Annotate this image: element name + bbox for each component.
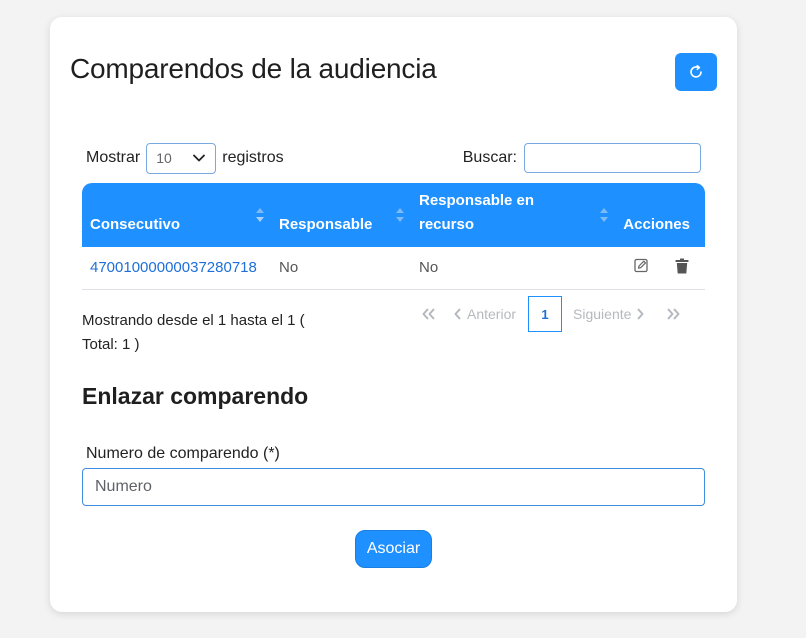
comparendos-card: Comparendos de la audiencia Mostrar 10 r… [50,17,737,612]
chevron-right-icon [637,308,644,320]
previous-page-button[interactable]: Anterior [454,306,516,322]
asociar-button[interactable]: Asociar [355,530,432,568]
chevron-down-icon [193,154,206,162]
table-header-row: Consecutivo Responsable Responsable en r… [82,183,705,247]
comparendos-table: Consecutivo Responsable Responsable en r… [82,183,705,290]
pagination-info-line-1: Mostrando desde el 1 hasta el 1 ( [82,312,305,329]
previous-page-label: Anterior [467,306,517,322]
chevron-left-icon [454,308,461,320]
search-label: Buscar: [462,149,517,166]
column-header-acciones: Acciones [623,216,690,233]
column-header-consecutivo[interactable]: Consecutivo [82,183,271,247]
column-header-responsable[interactable]: Responsable [271,183,411,247]
sort-icon [396,208,404,222]
table-controls: Mostrar 10 registros Buscar: [86,142,701,174]
show-label: Mostrar [86,149,141,166]
page-size-value: 10 [156,150,172,166]
double-chevron-left-icon [422,308,435,320]
last-page-button[interactable] [666,308,680,320]
table-row: 47001000000037280718 No No [82,247,705,290]
comparendo-number-label: Numero de comparendo (*) [86,445,280,462]
consecutivo-cell[interactable]: 47001000000037280718 [82,247,271,290]
refresh-button[interactable] [675,53,717,91]
search-input[interactable] [524,143,701,173]
link-section-title: Enlazar comparendo [82,383,309,409]
column-header-responsable-recurso[interactable]: Responsable en recurso [411,183,615,247]
records-label: registros [222,149,284,166]
sort-asc-icon [256,208,264,222]
comparendo-number-input[interactable] [82,468,705,506]
sort-icon [600,208,608,222]
next-page-button[interactable]: Siguiente [573,306,644,322]
search-control: Buscar: [463,142,701,174]
pagination: Anterior 1 Siguiente [422,296,680,332]
edit-icon [634,259,648,273]
actions-cell [615,247,705,290]
next-page-label: Siguiente [573,306,632,322]
page-title: Comparendos de la audiencia [70,53,437,84]
page-size-select[interactable]: 10 [146,142,217,174]
edit-button[interactable] [634,258,649,277]
pagination-info-line-2: Total: 1 ) [82,336,140,353]
double-chevron-right-icon [667,308,680,320]
responsable-recurso-cell: No [411,247,615,290]
refresh-icon [690,65,702,78]
page-size-control: Mostrar 10 registros [86,142,284,174]
current-page-button[interactable]: 1 [528,296,563,332]
pagination-info: Mostrando desde el 1 hasta el 1 ( Total:… [82,309,332,357]
responsable-cell: No [271,247,411,290]
first-page-button[interactable] [422,308,436,320]
delete-button[interactable] [675,258,689,278]
trash-icon [675,258,689,274]
